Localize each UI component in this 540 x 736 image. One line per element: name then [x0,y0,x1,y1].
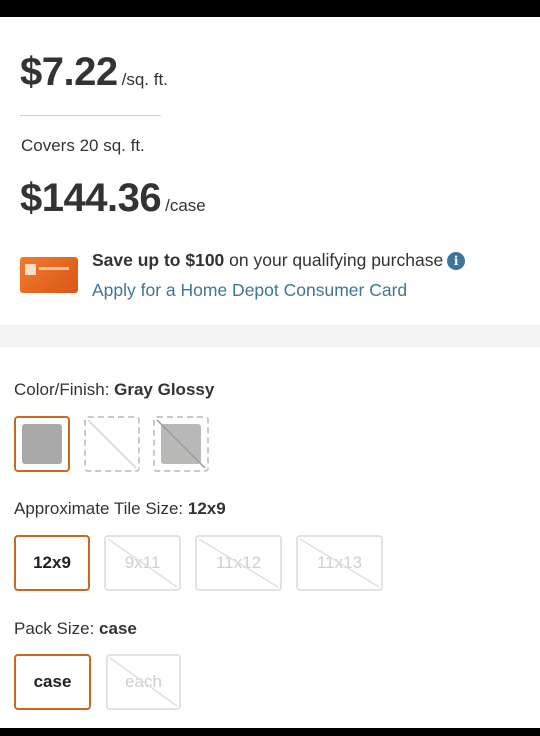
apply-card-link[interactable]: Apply for a Home Depot Consumer Card [92,280,407,301]
tile-size-selected: 12x9 [187,499,226,518]
status-bar [0,0,540,17]
unavailable-slash-icon [156,419,206,469]
promo-save-amount: Save up to $100 [92,250,225,270]
promo-save-rest: on your qualifying purchase [224,250,444,270]
section-separator [0,325,540,347]
case-price: $144.36 [20,176,162,220]
swatch-unavailable[interactable] [84,416,140,472]
color-finish-selected: Gray Glossy [114,380,215,399]
unit-price-label: /sq. ft. [121,70,168,89]
promo-text: Save up to $100 on your qualifying purch… [92,250,466,271]
swatch-light-gray[interactable] [153,416,209,472]
pack-size-option-each[interactable]: each [106,654,181,710]
coverage-text: Covers 20 sq. ft. [21,136,145,155]
unavailable-slash-icon [198,538,279,588]
unit-price: $7.22 [20,50,118,94]
info-icon[interactable]: i [447,252,466,270]
pack-size-label: Pack Size: case [14,619,137,638]
case-price-label: /case [165,196,206,215]
unit-price-row: $7.22/sq. ft. [20,50,168,95]
tile-size-option-11x12[interactable]: 11x12 [195,535,282,591]
tile-size-option-12x9[interactable]: 12x9 [14,535,90,591]
pack-size-option-case[interactable]: case [14,654,91,710]
pack-size-selected: case [99,619,137,638]
unavailable-slash-icon [107,538,178,588]
unavailable-slash-icon [87,419,137,469]
unavailable-slash-icon [109,657,178,707]
product-options-page: $7.22/sq. ft. Covers 20 sq. ft. $144.36/… [0,17,540,728]
unavailable-slash-icon [299,538,380,588]
tile-size-option-9x11[interactable]: 9x11 [104,535,181,591]
swatch-gray-glossy[interactable] [14,416,70,472]
credit-card-image [20,257,78,293]
pricing-card: $7.22/sq. ft. Covers 20 sq. ft. $144.36/… [0,17,540,325]
case-price-row: $144.36/case [20,176,206,221]
tile-size-option-11x13[interactable]: 11x13 [296,535,383,591]
bottom-bar [0,728,540,736]
swatch-color-fill [22,424,62,464]
tile-size-label: Approximate Tile Size: 12x9 [14,499,226,518]
home-depot-logo-icon [25,264,36,275]
color-finish-label: Color/Finish: Gray Glossy [14,380,215,399]
price-divider [20,115,161,116]
